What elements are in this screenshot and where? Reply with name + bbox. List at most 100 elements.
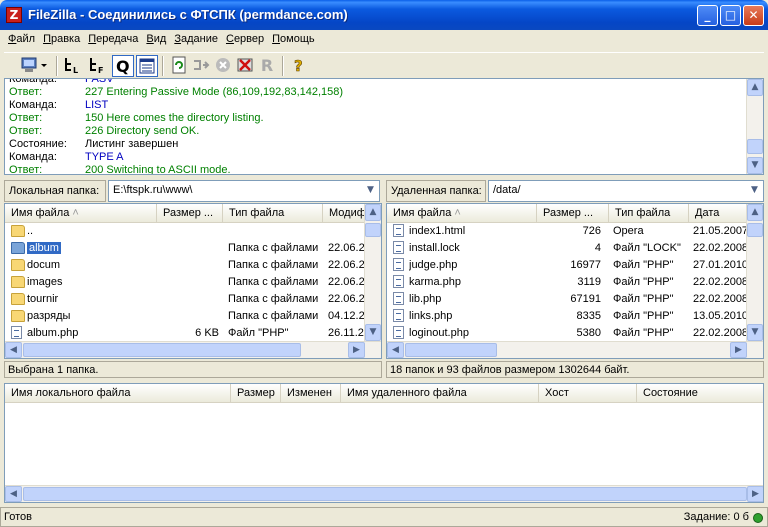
scroll-down-icon[interactable]: ▼ [747,157,763,174]
cell-name: install.lock [409,242,460,254]
menu-transfer[interactable]: Передача [84,30,142,49]
minimize-button[interactable]: _ [697,5,718,26]
maximize-button[interactable]: □ [720,5,741,26]
remote-file-row[interactable]: links.php 8335 Файл "PHP" 13.05.2010 [387,308,749,325]
scroll-down-icon[interactable]: ▼ [365,324,381,341]
local-col-name[interactable]: Имя файла ˄ [5,204,157,223]
cell-size: 6 KB [195,327,219,339]
toggle-queue-icon[interactable]: Q [112,55,134,77]
remote-file-list[interactable]: Имя файла ˄ Размер ... Тип файла Дата in… [386,203,764,359]
remote-col-size[interactable]: Размер ... [537,204,609,223]
queue-col-host[interactable]: Хост [539,384,637,403]
local-hscrollbar[interactable]: ◀ ▶ [5,341,381,358]
menu-view[interactable]: Вид [142,30,170,49]
toolbar-separator [162,56,164,76]
refresh-icon[interactable] [168,55,190,77]
queue-col-local-file[interactable]: Имя локального файла [5,384,231,403]
remote-col-type[interactable]: Тип файла [609,204,689,223]
local-col-type[interactable]: Тип файла [223,204,323,223]
toggle-log-icon[interactable]: L [62,55,84,77]
scroll-right-icon[interactable]: ▶ [747,486,763,502]
scroll-left-icon[interactable]: ◀ [387,342,404,358]
folder-icon [11,259,25,271]
local-file-row[interactable]: разряды Папка с файлами 04.12.2 [5,308,365,325]
cell-name: links.php [409,310,453,322]
scroll-left-icon[interactable]: ◀ [5,486,22,502]
message-log[interactable]: Команда: PASV Ответ: 227 Entering Passive M… [4,78,764,175]
disconnect-icon[interactable] [234,55,256,77]
cell-date: 13.05.2010 [693,310,749,322]
local-file-row[interactable]: album.php 6 KB Файл "PHP" 26.11.2 [5,325,365,342]
queue-col-status[interactable]: Состояние [637,384,763,403]
toggle-remote-tree-icon[interactable] [136,55,158,77]
scroll-thumb[interactable] [747,223,763,237]
remote-path-input[interactable]: /data/ ▼ [488,180,764,202]
remote-file-row[interactable]: install.lock 4 Файл "LOCK" 22.02.2008 [387,240,748,257]
local-file-row[interactable]: docum Папка с файлами 22.06.2 [5,257,365,274]
site-manager-icon[interactable] [18,55,50,77]
menu-help[interactable]: Помощь [268,30,319,49]
local-file-list[interactable]: Имя файла ˄ Размер ... Тип файла Модиф .… [4,203,382,359]
scroll-up-icon[interactable]: ▲ [365,204,381,221]
menu-server[interactable]: Сервер [222,30,268,49]
folder-icon [11,310,25,322]
menu-file[interactable]: Файл [4,30,39,49]
remote-file-row[interactable]: judge.php 16977 Файл "PHP" 27.01.2010 [387,257,748,274]
menu-task[interactable]: Задание [170,30,222,49]
cancel-icon[interactable] [212,55,234,77]
scroll-down-icon[interactable]: ▼ [747,324,763,341]
transfer-queue[interactable]: Имя локального файла Размер Изменен Имя … [4,383,764,503]
help-icon[interactable]: ? [288,55,310,77]
scroll-right-icon[interactable]: ▶ [730,342,747,358]
cell-type: Файл "PHP" [613,327,674,339]
remote-file-row[interactable]: index1.html 726 Opera 21.05.2007 [387,223,748,240]
log-value: 226 Directory send OK. [85,125,200,137]
scroll-thumb[interactable] [405,343,497,357]
local-file-row[interactable]: album Папка с файлами 22.06.2 [5,240,365,257]
process-queue-icon[interactable] [190,55,212,77]
scroll-left-icon[interactable]: ◀ [5,342,22,358]
cell-name: judge.php [409,259,458,271]
scroll-thumb[interactable] [365,223,381,237]
cell-name: loginout.php [409,327,469,339]
scroll-thumb[interactable] [747,139,763,154]
remote-path-bar: Удаленная папка: /data/ ▼ [386,180,764,202]
local-file-row[interactable]: images Папка с файлами 22.06.2 [5,274,365,291]
toggle-local-tree-icon[interactable]: F [87,55,109,77]
reconnect-icon[interactable]: R [256,55,278,77]
menu-edit[interactable]: Правка [39,30,84,49]
chevron-down-icon[interactable]: ▼ [746,181,763,201]
scroll-thumb[interactable] [23,343,301,357]
scroll-thumb[interactable] [23,487,747,501]
local-col-size[interactable]: Размер ... [157,204,223,223]
log-key: Ответ: [9,86,43,98]
remote-file-row[interactable]: loginout.php 5380 Файл "PHP" 22.02.2008 [387,325,748,342]
svg-text:F: F [98,66,103,75]
file-icon [393,292,404,305]
remote-hscrollbar[interactable]: ◀ ▶ [387,341,763,358]
cell-name: karma.php [409,276,461,288]
title-bar[interactable]: Z FileZilla - Соединились с ФТСПК (permd… [0,0,768,30]
remote-vscrollbar[interactable]: ▲ ▼ [746,204,763,341]
queue-hscrollbar[interactable]: ◀ ▶ [5,485,763,502]
remote-file-row[interactable]: karma.php 3119 Файл "PHP" 22.02.2008 [387,274,748,291]
log-scrollbar[interactable]: ▲ ▼ [746,79,763,174]
local-file-row[interactable]: tournir Папка с файлами 22.06.2 [5,291,365,308]
scroll-right-icon[interactable]: ▶ [348,342,365,358]
cell-size: 4 [594,242,601,254]
close-button[interactable]: ✕ [743,5,764,26]
toolbar-separator [282,56,284,76]
queue-col-modified[interactable]: Изменен [281,384,341,403]
remote-col-name[interactable]: Имя файла ˄ [387,204,537,223]
local-vscrollbar[interactable]: ▲ ▼ [364,204,381,341]
queue-col-size[interactable]: Размер [231,384,281,403]
local-list-header: Имя файла ˄ Размер ... Тип файла Модиф [5,204,381,223]
local-path-input[interactable]: E:\ftspk.ru\www\ ▼ [108,180,380,202]
remote-file-row[interactable]: lib.php 67191 Файл "PHP" 22.02.2008 [387,291,748,308]
chevron-down-icon[interactable]: ▼ [362,181,379,201]
scroll-up-icon[interactable]: ▲ [747,79,763,96]
queue-col-remote-file[interactable]: Имя удаленного файла [341,384,539,403]
local-file-row[interactable]: .. [5,223,365,240]
scroll-up-icon[interactable]: ▲ [747,204,763,221]
remote-path-value: /data/ [493,184,521,196]
